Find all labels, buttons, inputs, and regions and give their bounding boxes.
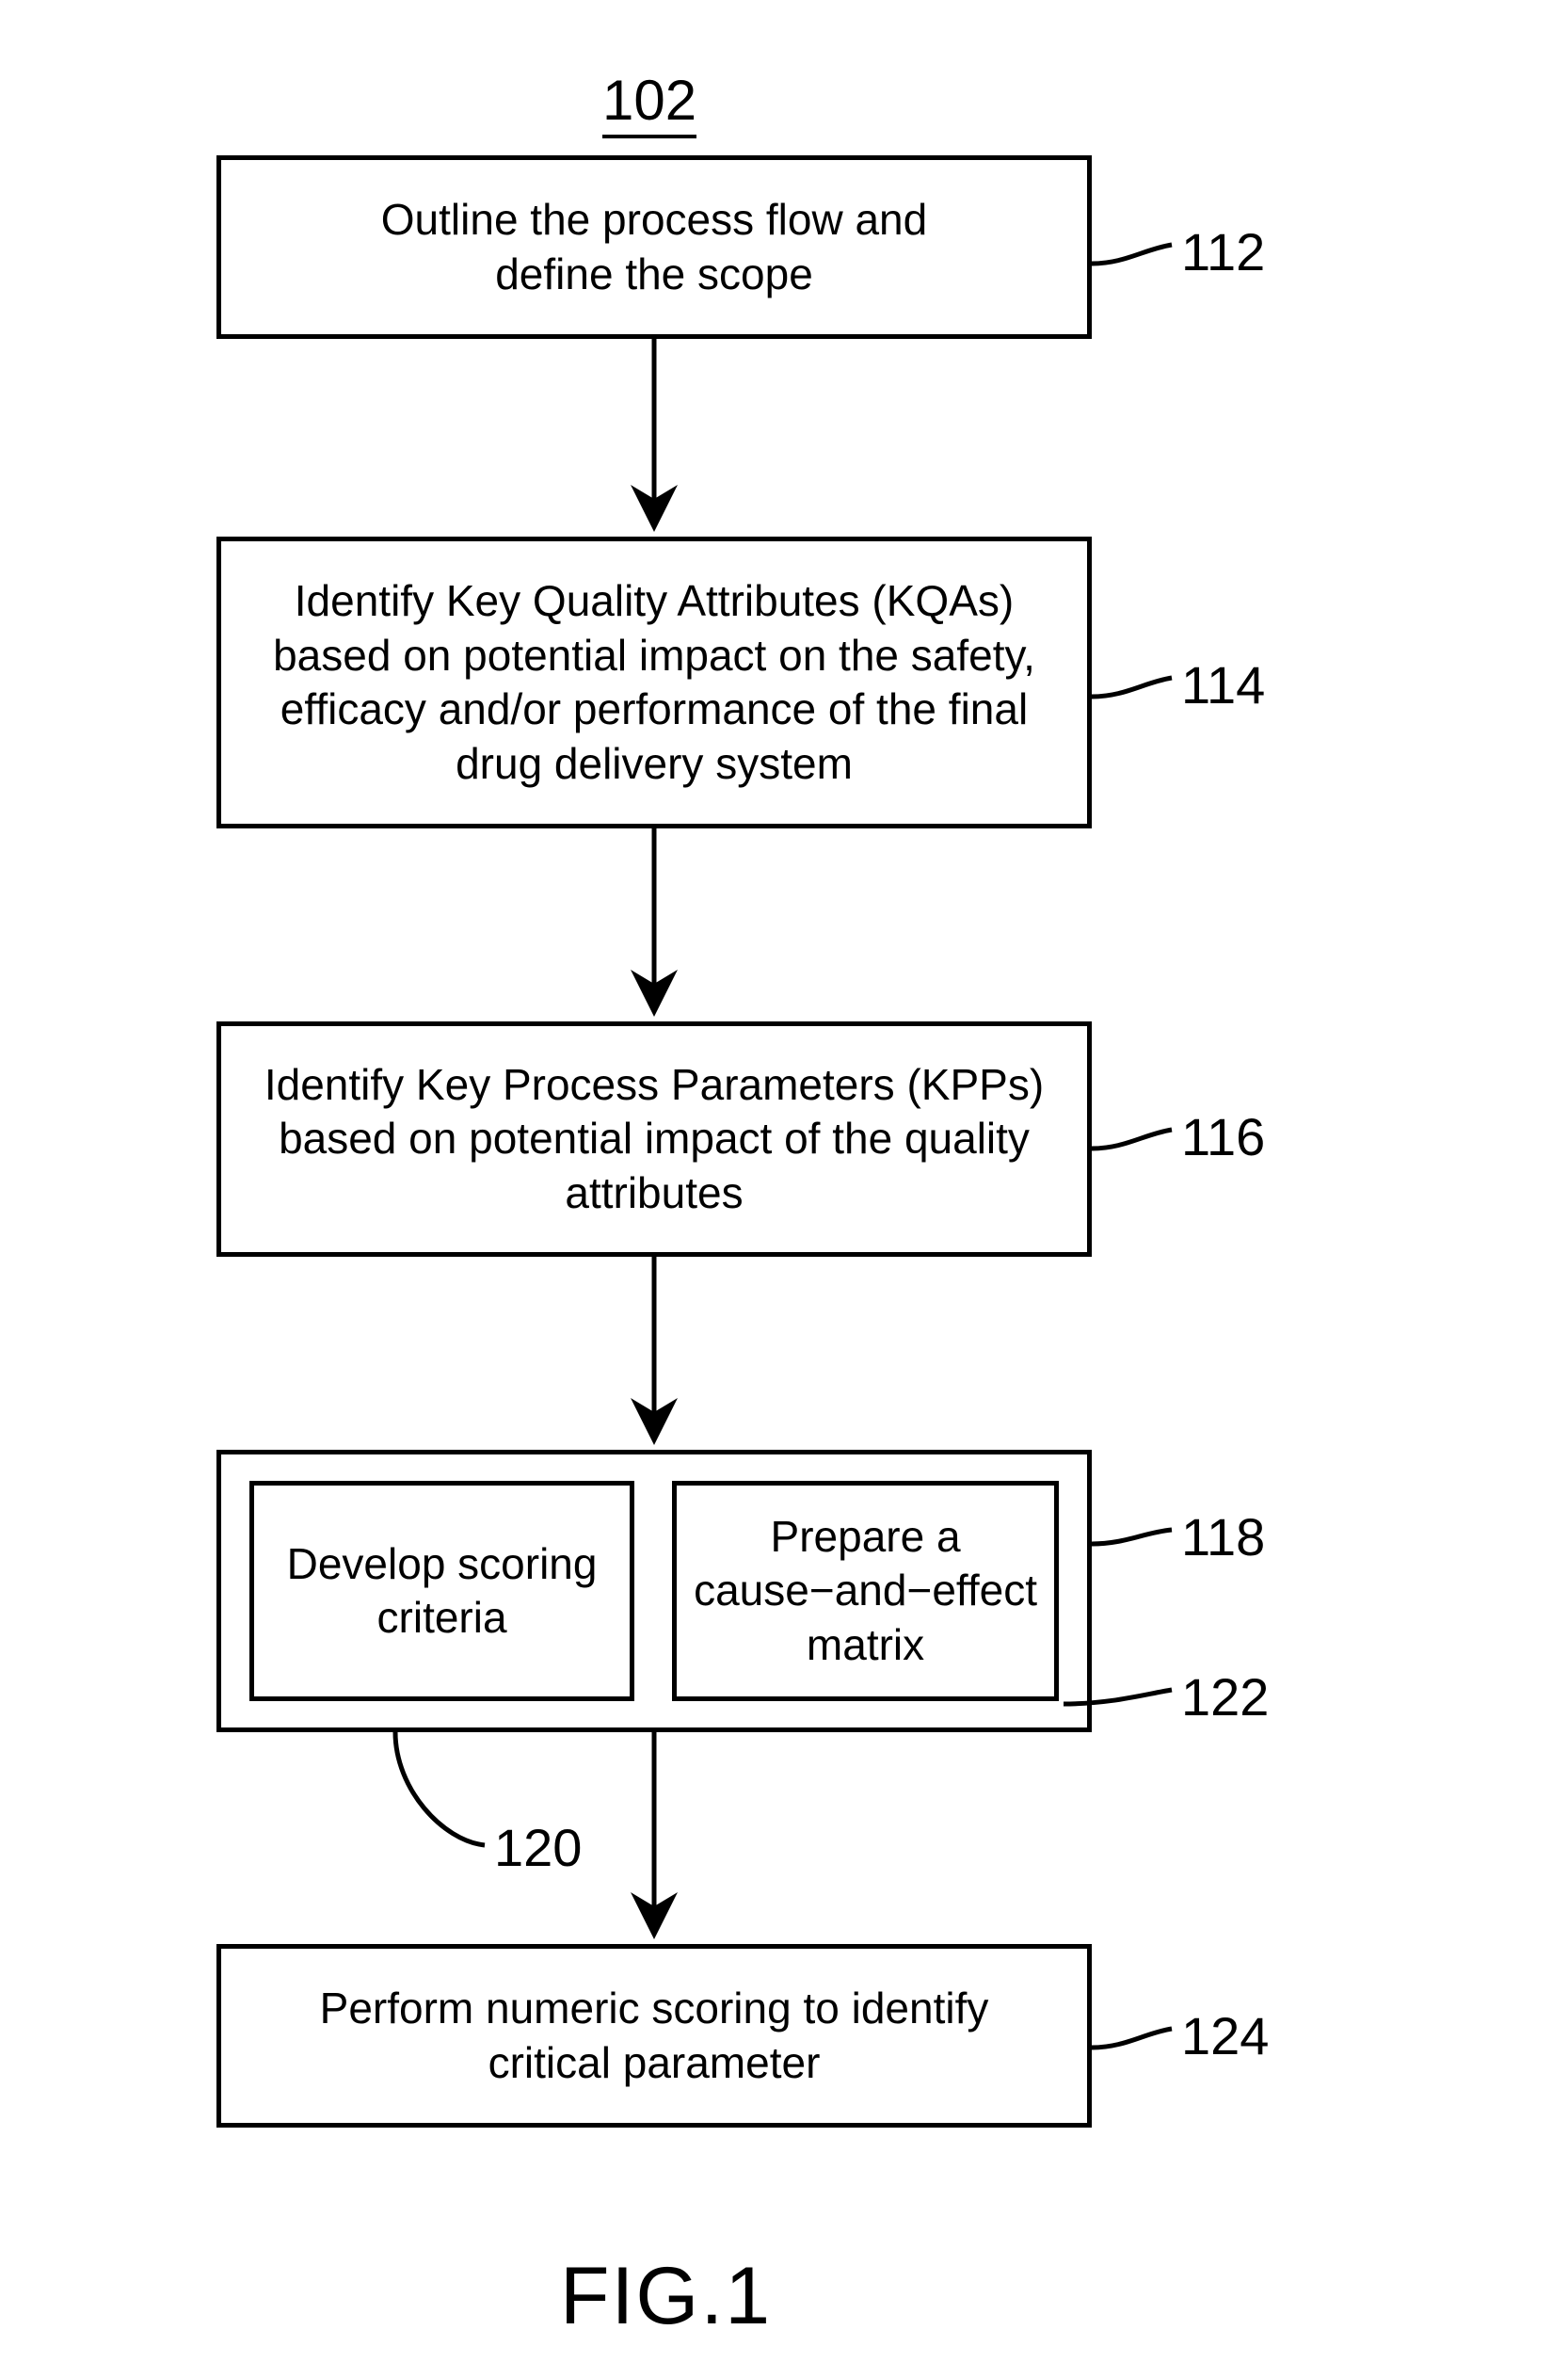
step-112-text: Outline the process flow and define the … <box>381 193 927 301</box>
flowchart-page: 102 Outline the process flow and define … <box>0 0 1568 2378</box>
step-124-text: Perform numeric scoring to identify crit… <box>320 1982 989 2090</box>
callout-124 <box>1092 2029 1172 2048</box>
sub-box-122: Prepare a cause−and−effect matrix <box>672 1481 1059 1701</box>
ref-120: 120 <box>494 1817 582 1878</box>
sub-box-120: Develop scoring criteria <box>249 1481 634 1701</box>
ref-114: 114 <box>1181 654 1265 715</box>
callout-120 <box>395 1732 485 1845</box>
ref-116: 116 <box>1181 1106 1265 1167</box>
sub-120-text: Develop scoring criteria <box>287 1537 598 1646</box>
callout-118 <box>1092 1530 1172 1544</box>
step-116-text: Identify Key Process Parameters (KPPs) b… <box>264 1058 1044 1221</box>
figure-label: FIG.1 <box>560 2250 772 2343</box>
callout-116 <box>1092 1130 1172 1149</box>
callout-112 <box>1092 245 1172 264</box>
sub-122-text: Prepare a cause−and−effect matrix <box>694 1510 1037 1673</box>
diagram-ref-102: 102 <box>602 68 696 138</box>
step-box-112: Outline the process flow and define the … <box>216 155 1092 339</box>
callout-114 <box>1092 678 1172 697</box>
ref-124: 124 <box>1181 2005 1269 2066</box>
ref-122: 122 <box>1181 1666 1269 1727</box>
step-118-inner-row: Develop scoring criteria Prepare a cause… <box>249 1481 1059 1701</box>
step-box-118: Develop scoring criteria Prepare a cause… <box>216 1450 1092 1732</box>
step-box-124: Perform numeric scoring to identify crit… <box>216 1944 1092 2128</box>
step-114-text: Identify Key Quality Attributes (KQAs) b… <box>273 574 1035 791</box>
ref-112: 112 <box>1181 221 1265 282</box>
step-box-114: Identify Key Quality Attributes (KQAs) b… <box>216 537 1092 828</box>
ref-118: 118 <box>1181 1506 1265 1567</box>
step-box-116: Identify Key Process Parameters (KPPs) b… <box>216 1021 1092 1257</box>
